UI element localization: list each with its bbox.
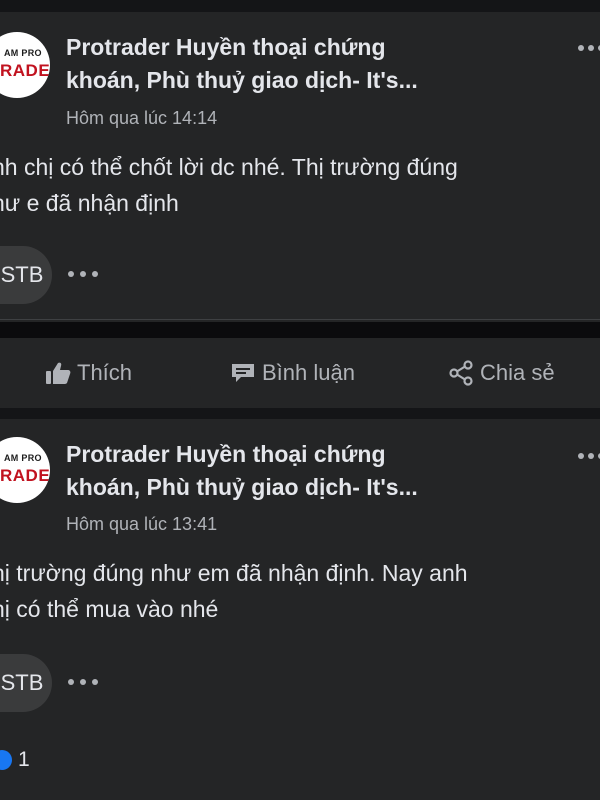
stock-tag-chip[interactable]: STB	[0, 654, 52, 712]
post-timestamp[interactable]: Hôm qua lúc 13:41	[66, 514, 217, 535]
avatar-bottom-text: RADER	[0, 61, 50, 80]
post-body: nh chị có thể chốt lời dc nhé. Thị trườn…	[0, 149, 592, 221]
author-line-2: khoán, Phù thuỷ giao dịch- It's...	[66, 67, 418, 93]
post-author-name[interactable]: Protrader Huyền thoại chứng khoán, Phù t…	[66, 438, 418, 504]
comment-button[interactable]: Bình luận	[230, 338, 355, 408]
stock-tag-label: STB	[0, 670, 44, 695]
comment-icon	[232, 364, 254, 382]
more-dots-icon[interactable]	[66, 269, 100, 279]
reaction-summary[interactable]: 1	[0, 748, 30, 772]
post-body-line: hị có thể mua vào nhé	[0, 596, 219, 622]
feed-post: AM PRO RADER Protrader Huyền thoại chứng…	[0, 12, 600, 322]
feed-separator	[0, 0, 600, 12]
stock-tag-label: STB	[0, 262, 44, 287]
share-icon	[449, 360, 473, 386]
post-menu-icon[interactable]	[578, 38, 600, 58]
share-button[interactable]: Chia sẻ	[448, 338, 555, 408]
stock-tag-chip[interactable]: STB	[0, 246, 52, 304]
like-reaction-icon	[0, 750, 12, 770]
post-body-line: nh chị có thể chốt lời dc nhé. Thị trườn…	[0, 154, 458, 180]
post-menu-icon[interactable]	[578, 446, 600, 466]
like-count: 1	[18, 748, 30, 771]
post-timestamp[interactable]: Hôm qua lúc 14:14	[66, 108, 217, 129]
post-body: hị trường đúng như em đã nhận định. Nay …	[0, 555, 592, 627]
post-author-name[interactable]: Protrader Huyền thoại chứng khoán, Phù t…	[66, 31, 418, 97]
feed-post: AM PRO RADER Protrader Huyền thoại chứng…	[0, 419, 600, 800]
post-body-line: hư e đã nhận định	[0, 190, 179, 216]
avatar-top-text: AM PRO	[4, 48, 42, 58]
post-divider	[0, 319, 600, 320]
thumbs-up-icon	[46, 362, 71, 384]
like-button[interactable]: Thích	[45, 338, 132, 408]
post-action-bar: Thích Bình luận Chia sẻ	[0, 338, 600, 408]
avatar-bottom-text: RADER	[0, 466, 50, 485]
avatar[interactable]: AM PRO RADER	[0, 32, 50, 98]
feed-separator	[0, 408, 600, 419]
avatar[interactable]: AM PRO RADER	[0, 437, 50, 503]
share-label: Chia sẻ	[480, 360, 555, 385]
author-line-1: Protrader Huyền thoại chứng	[66, 441, 386, 467]
author-line-2: khoán, Phù thuỷ giao dịch- It's...	[66, 474, 418, 500]
like-label: Thích	[77, 360, 133, 385]
post-body-line: hị trường đúng như em đã nhận định. Nay …	[0, 560, 468, 586]
avatar-top-text: AM PRO	[4, 453, 42, 463]
more-dots-icon[interactable]	[66, 677, 100, 687]
author-line-1: Protrader Huyền thoại chứng	[66, 34, 386, 60]
comment-label: Bình luận	[262, 360, 355, 385]
